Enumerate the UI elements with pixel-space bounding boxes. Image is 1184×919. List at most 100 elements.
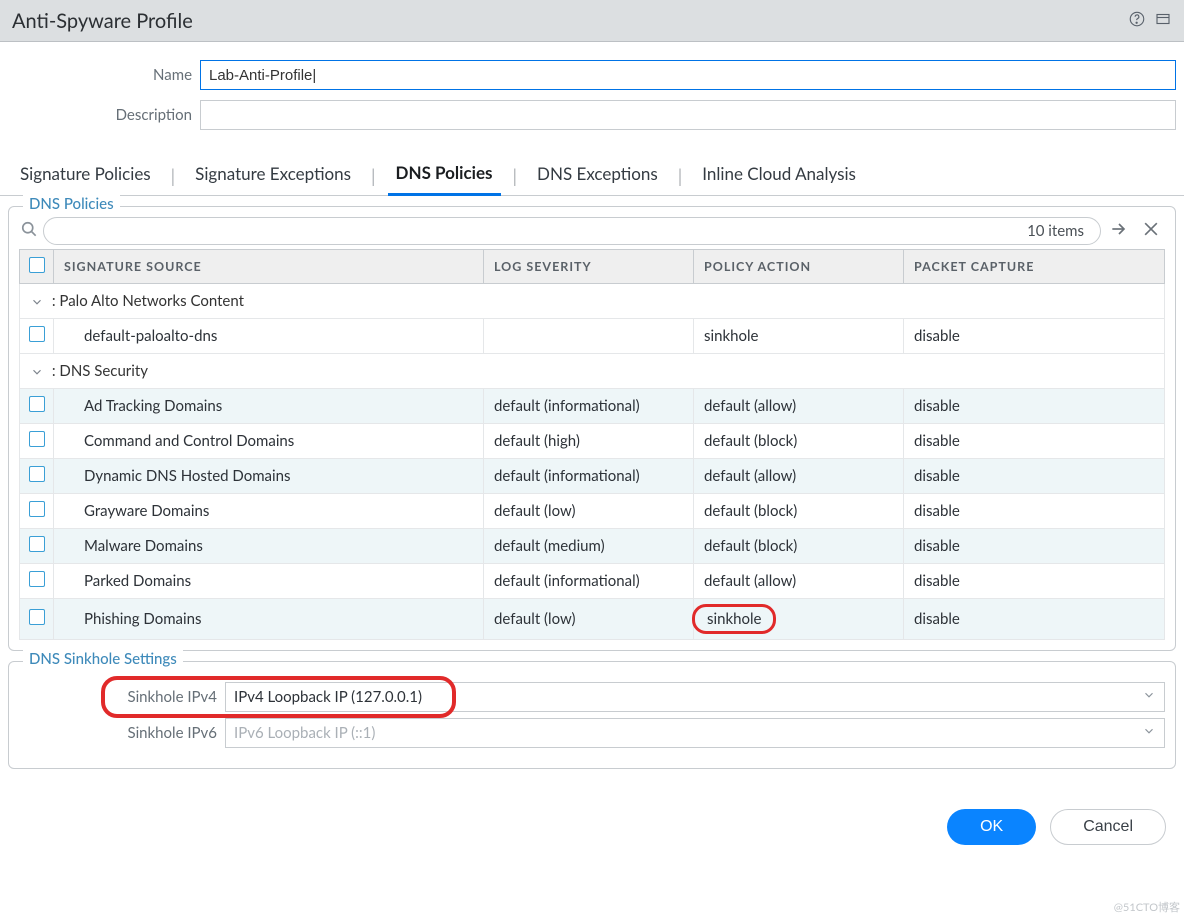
- cell-signature-source: Grayware Domains: [54, 494, 484, 529]
- cell-packet-capture: disable: [904, 529, 1165, 564]
- dns-policies-legend: DNS Policies: [23, 195, 120, 213]
- window-mode-icon[interactable]: [1154, 10, 1172, 32]
- tab-signature-exceptions[interactable]: Signature Exceptions: [187, 157, 359, 194]
- col-signature-source[interactable]: SIGNATURE SOURCE: [54, 250, 484, 284]
- cell-log-severity: default (high): [484, 424, 694, 459]
- row-checkbox[interactable]: [29, 571, 45, 587]
- titlebar: Anti-Spyware Profile: [0, 0, 1184, 42]
- select-all-checkbox[interactable]: [29, 257, 45, 273]
- cell-packet-capture: disable: [904, 564, 1165, 599]
- cell-signature-source: Dynamic DNS Hosted Domains: [54, 459, 484, 494]
- row-checkbox[interactable]: [29, 536, 45, 552]
- description-field[interactable]: [200, 100, 1176, 130]
- titlebar-controls: [1128, 10, 1172, 32]
- help-icon[interactable]: [1128, 10, 1146, 32]
- cell-packet-capture: disable: [904, 459, 1165, 494]
- table-row[interactable]: Ad Tracking Domainsdefault (informationa…: [20, 389, 1165, 424]
- sinkhole-ipv4-row: Sinkhole IPv4 IPv4 Loopback IP (127.0.0.…: [19, 682, 1165, 712]
- name-label: Name: [8, 66, 200, 84]
- table-row[interactable]: Command and Control Domainsdefault (high…: [20, 424, 1165, 459]
- arrow-right-icon[interactable]: [1105, 219, 1133, 243]
- row-checkbox[interactable]: [29, 609, 45, 625]
- dns-policies-fieldset: DNS Policies 10 items: [8, 206, 1176, 651]
- cell-packet-capture: disable: [904, 319, 1165, 354]
- row-checkbox[interactable]: [29, 466, 45, 482]
- tab-dns-policies[interactable]: DNS Policies: [388, 156, 501, 196]
- select-all-cell[interactable]: [20, 250, 54, 284]
- tab-separator: |: [501, 165, 530, 187]
- row-checkbox[interactable]: [29, 501, 45, 517]
- dialog-title: Anti-Spyware Profile: [12, 9, 193, 33]
- cell-packet-capture: disable: [904, 389, 1165, 424]
- table-group-row[interactable]: : DNS Security: [20, 354, 1165, 389]
- cell-policy-action: default (allow): [694, 389, 904, 424]
- tab-dns-exceptions[interactable]: DNS Exceptions: [529, 157, 666, 194]
- table-row[interactable]: Parked Domainsdefault (informational)def…: [20, 564, 1165, 599]
- cell-log-severity: default (informational): [484, 564, 694, 599]
- tab-signature-policies[interactable]: Signature Policies: [12, 157, 159, 194]
- col-packet-capture[interactable]: PACKET CAPTURE: [904, 250, 1165, 284]
- sinkhole-ipv6-row: Sinkhole IPv6 IPv6 Loopback IP (::1): [19, 718, 1165, 748]
- dns-policies-table: SIGNATURE SOURCE LOG SEVERITY POLICY ACT…: [19, 249, 1165, 640]
- cell-signature-source: Parked Domains: [54, 564, 484, 599]
- chevron-down-icon: [30, 365, 44, 379]
- table-row[interactable]: Dynamic DNS Hosted Domainsdefault (infor…: [20, 459, 1165, 494]
- sinkhole-ipv4-label: Sinkhole IPv4: [19, 688, 225, 706]
- anti-spyware-profile-dialog: Anti-Spyware Profile Name Description Si…: [0, 0, 1184, 863]
- row-checkbox[interactable]: [29, 326, 45, 342]
- chevron-down-icon: [1142, 688, 1156, 706]
- cell-signature-source: Phishing Domains: [54, 599, 484, 640]
- sinkhole-ipv4-select[interactable]: IPv4 Loopback IP (127.0.0.1): [225, 682, 1165, 712]
- sinkhole-ipv4-value: IPv4 Loopback IP (127.0.0.1): [234, 688, 422, 706]
- row-checkbox[interactable]: [29, 431, 45, 447]
- close-icon[interactable]: [1137, 219, 1165, 243]
- cancel-button[interactable]: Cancel: [1050, 809, 1166, 845]
- name-field[interactable]: [200, 60, 1176, 90]
- cell-packet-capture: disable: [904, 494, 1165, 529]
- table-row[interactable]: Malware Domainsdefault (medium)default (…: [20, 529, 1165, 564]
- description-label: Description: [8, 106, 200, 124]
- dns-sinkhole-fieldset: DNS Sinkhole Settings Sinkhole IPv4 IPv4…: [8, 661, 1176, 769]
- form-area: Name Description: [0, 42, 1184, 148]
- sinkhole-ipv6-select[interactable]: IPv6 Loopback IP (::1): [225, 718, 1165, 748]
- cell-policy-action: default (allow): [694, 459, 904, 494]
- ok-button[interactable]: OK: [947, 809, 1036, 845]
- item-count-label: 10 items: [1027, 222, 1084, 240]
- cell-log-severity: default (low): [484, 494, 694, 529]
- cell-policy-action: default (block): [694, 424, 904, 459]
- chevron-down-icon: [1142, 724, 1156, 742]
- cell-signature-source: default-paloalto-dns: [54, 319, 484, 354]
- cell-policy-action: sinkhole: [694, 319, 904, 354]
- highlight-ring-action: sinkhole: [692, 604, 776, 634]
- name-row: Name: [8, 60, 1176, 90]
- cell-log-severity: default (informational): [484, 459, 694, 494]
- cell-policy-action: default (block): [694, 494, 904, 529]
- search-input[interactable]: 10 items: [43, 217, 1101, 245]
- table-row[interactable]: Phishing Domainsdefault (low)sinkhole dis…: [20, 599, 1165, 640]
- cell-packet-capture: disable: [904, 599, 1165, 640]
- sinkhole-ipv6-value: IPv6 Loopback IP (::1): [234, 724, 375, 742]
- description-row: Description: [8, 100, 1176, 130]
- cell-log-severity: [484, 319, 694, 354]
- row-checkbox[interactable]: [29, 396, 45, 412]
- tab-separator: |: [159, 165, 188, 187]
- cell-packet-capture: disable: [904, 424, 1165, 459]
- cell-policy-action: sinkhole: [694, 599, 904, 640]
- table-toolbar: 10 items: [19, 217, 1165, 245]
- table-group-row[interactable]: : Palo Alto Networks Content: [20, 284, 1165, 319]
- tab-separator: |: [359, 165, 388, 187]
- table-row[interactable]: default-paloalto-dns sinkholedisable: [20, 319, 1165, 354]
- cell-signature-source: Ad Tracking Domains: [54, 389, 484, 424]
- cell-log-severity: default (low): [484, 599, 694, 640]
- cell-policy-action: default (allow): [694, 564, 904, 599]
- cell-signature-source: Command and Control Domains: [54, 424, 484, 459]
- col-policy-action[interactable]: POLICY ACTION: [694, 250, 904, 284]
- sinkhole-ipv6-label: Sinkhole IPv6: [19, 724, 225, 742]
- cell-log-severity: default (medium): [484, 529, 694, 564]
- search-icon[interactable]: [19, 219, 39, 243]
- table-row[interactable]: Grayware Domainsdefault (low)default (bl…: [20, 494, 1165, 529]
- tab-inline-cloud-analysis[interactable]: Inline Cloud Analysis: [694, 157, 864, 194]
- table-header-row: SIGNATURE SOURCE LOG SEVERITY POLICY ACT…: [20, 250, 1165, 284]
- tab-strip: Signature Policies|Signature Exceptions|…: [0, 148, 1184, 196]
- col-log-severity[interactable]: LOG SEVERITY: [484, 250, 694, 284]
